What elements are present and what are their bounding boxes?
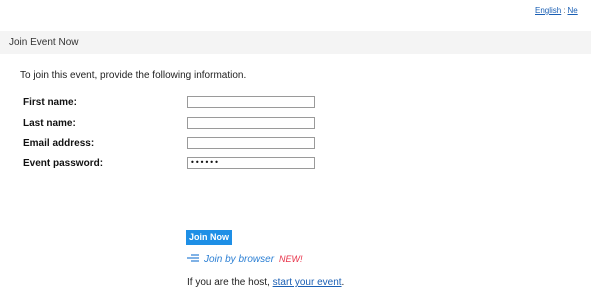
join-now-button[interactable]: Join Now <box>186 230 232 245</box>
new-badge: NEW! <box>279 254 303 264</box>
host-text-prefix: If you are the host, <box>187 277 273 288</box>
email-address-label: Email address: <box>23 138 95 149</box>
form-instruction: To join this event, provide the followin… <box>20 70 247 81</box>
first-name-label: First name: <box>23 97 77 108</box>
page-header: Join Event Now <box>0 31 591 54</box>
join-by-browser-row: Join by browser NEW! <box>187 254 303 265</box>
event-password-input[interactable]: •••••• <box>187 157 315 169</box>
event-password-label: Event password: <box>23 158 104 169</box>
language-english-link[interactable]: English <box>535 6 561 15</box>
language-other-link[interactable]: Ne <box>567 6 577 15</box>
page-title: Join Event Now <box>9 37 79 48</box>
last-name-label: Last name: <box>23 118 76 129</box>
start-your-event-link[interactable]: start your event <box>273 277 342 288</box>
join-by-browser-link[interactable]: Join by browser <box>204 254 274 265</box>
host-line: If you are the host, start your event. <box>187 277 344 288</box>
lines-arrow-icon[interactable] <box>187 254 199 262</box>
first-name-input[interactable] <box>187 96 315 108</box>
email-address-input[interactable] <box>187 137 315 149</box>
host-text-suffix: . <box>341 277 345 288</box>
last-name-input[interactable] <box>187 117 315 129</box>
language-bar: English: Ne <box>535 6 578 15</box>
